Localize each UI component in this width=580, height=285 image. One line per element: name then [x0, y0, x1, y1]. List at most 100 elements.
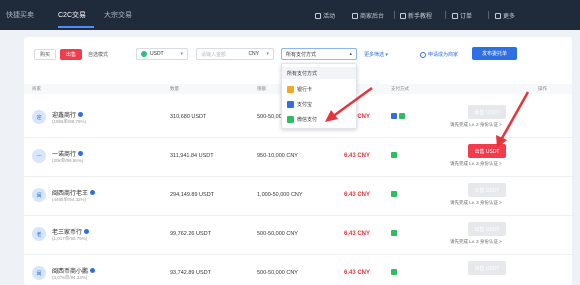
merchant-name[interactable]: 老三家币行	[52, 227, 90, 236]
alipay-icon	[391, 113, 397, 119]
table-row: 闽闽西币商小鹏 (3,076单/94.33%) 93,742.89 USDT 500-…	[24, 254, 572, 285]
verified-icon	[78, 112, 84, 117]
sell-usdt-button[interactable]: 出售 USDT	[468, 222, 506, 236]
avatar: 闽	[32, 266, 46, 280]
tab-block-trade[interactable]: 大宗交易	[104, 10, 132, 20]
alipay-icon	[287, 101, 294, 108]
col-action: 操作	[538, 86, 547, 91]
verification-requirement[interactable]: 请先完成 Lv. 3 身份认证 >	[450, 161, 502, 167]
sell-usdt-button[interactable]: 出售 USDT	[468, 144, 506, 158]
nav-activity[interactable]: 活动	[315, 11, 335, 20]
avatar: 迎	[32, 110, 46, 124]
payment-method-select[interactable]: 所有支付方式 ▴	[281, 48, 357, 60]
merchant-name[interactable]: 迎鑫商行	[52, 110, 84, 119]
coin-select[interactable]: USDT ▾	[136, 48, 188, 60]
dropdown-option-all[interactable]: 所有支付方式	[282, 67, 356, 79]
sell-button[interactable]: 出售	[60, 49, 82, 60]
payment-icons	[391, 113, 405, 119]
wechat-pay-icon	[391, 191, 397, 197]
table-row: 一一诺商行 (20k单/99.56%) 311,941.84 USDT 950-10,…	[24, 137, 572, 177]
nav-merchant-backend[interactable]: 商家后台	[352, 11, 384, 20]
usdt-icon	[141, 51, 147, 57]
merchant-apply-icon	[420, 51, 426, 58]
activity-icon	[315, 12, 321, 19]
wechat-pay-icon	[287, 116, 294, 123]
price-value: 6.43 CNY	[344, 270, 371, 276]
quantity-value: 310,680 USDT	[170, 114, 207, 120]
amount-input[interactable]: 请输入金额 CNY ▾	[196, 48, 274, 60]
tab-quick-trade[interactable]: 快捷买卖	[6, 10, 34, 20]
divider	[488, 11, 489, 19]
verified-icon	[84, 229, 90, 234]
buy-button[interactable]: 购买	[34, 49, 56, 60]
verified-icon	[90, 268, 96, 273]
verification-requirement[interactable]: 请先完成 Lv. 3 身份认证 >	[450, 200, 502, 206]
merchant-stats: (1,017单/98.75%)	[52, 236, 88, 241]
payment-icons	[391, 191, 397, 197]
sell-usdt-button[interactable]: 出售 USDT	[468, 105, 506, 119]
nav-orders[interactable]: 订单	[452, 11, 472, 20]
publish-order-button[interactable]: 发布委托单	[472, 47, 517, 60]
bank-card-icon	[287, 86, 294, 93]
option-label: 支付宝	[297, 102, 313, 108]
nav-merchant-label: 商家后台	[360, 14, 385, 20]
col-quantity: 数量	[170, 86, 179, 91]
nav-more-label: 更多	[503, 14, 516, 20]
col-payment: 支付方式	[391, 86, 409, 91]
merchant-name-text: 迎鑫商行	[52, 113, 77, 119]
dropdown-option-bank[interactable]: 银行卡	[282, 82, 356, 97]
nav-more[interactable]: 更多	[495, 11, 515, 20]
chevron-up-icon: ▴	[349, 51, 352, 57]
verified-icon	[78, 151, 84, 156]
wechat-pay-icon	[391, 152, 397, 158]
avatar: 闽	[32, 188, 46, 202]
nav-orders-label: 订单	[460, 14, 473, 20]
nav-tutorial[interactable]: 新手教程	[400, 11, 432, 20]
sell-usdt-button[interactable]: 出售 USDT	[468, 261, 506, 275]
col-merchant: 商家	[32, 86, 41, 91]
merchant-name-text: 闽西币商小鹏	[52, 269, 89, 275]
dropdown-option-wechat[interactable]: 微信支付	[282, 112, 356, 127]
wechat-pay-icon	[391, 269, 397, 275]
limit-value: 1,000-50,000 CNY	[257, 192, 303, 198]
price-value: 6.43 CNY	[344, 192, 371, 198]
dropdown-option-alipay[interactable]: 支付宝	[282, 97, 356, 112]
divider	[394, 11, 395, 19]
quantity-value: 99,762.26 USDT	[170, 231, 211, 237]
payment-icons	[391, 269, 397, 275]
price-value: 6.43 CNY	[344, 231, 371, 237]
avatar: 老	[32, 227, 46, 241]
amount-placeholder: 请输入金额	[201, 51, 227, 58]
option-label: 银行卡	[297, 87, 313, 93]
avatar: 一	[32, 149, 46, 163]
self-select-mode[interactable]: 自选模式	[88, 49, 108, 60]
chevron-down-icon: ▾	[384, 51, 388, 58]
merchant-name[interactable]: 闽西商行老王	[52, 188, 96, 197]
verification-requirement[interactable]: 请先完成 Lv. 3 身份认证 >	[450, 239, 502, 245]
coin-label: USDT	[150, 51, 164, 57]
col-limit: 限额	[257, 86, 266, 91]
more-filter-button[interactable]: 更多筛选 ▾	[364, 49, 388, 60]
apply-merchant-link[interactable]: 申请成为商家	[420, 49, 458, 60]
option-label: 所有支付方式	[287, 70, 318, 77]
merchant-stats: (20k单/99.56%)	[52, 158, 84, 163]
wechat-pay-icon	[399, 113, 405, 119]
limit-value: 950-10,000 CNY	[257, 153, 298, 159]
verification-requirement[interactable]: 请先完成 Lv. 2 身份认证 >	[450, 122, 502, 128]
merchant-name-text: 闽西商行老王	[52, 191, 89, 197]
merchant-stats: (3,076单/94.33%)	[52, 275, 88, 280]
price-value: 6.43 CNY	[344, 153, 371, 159]
merchant-name-text: 一诺商行	[52, 152, 77, 158]
merchant-name[interactable]: 一诺商行	[52, 149, 84, 158]
payment-icons	[391, 152, 397, 158]
tab-c2c[interactable]: C2C交易	[58, 10, 86, 20]
limit-value: 500-50,000 CNY	[257, 231, 298, 237]
sell-usdt-button[interactable]: 出售 USDT	[468, 183, 506, 197]
payment-icons	[391, 230, 397, 236]
merchant-name[interactable]: 闽西币商小鹏	[52, 266, 96, 275]
menu-icon	[495, 12, 501, 19]
chevron-down-icon: ▾	[180, 51, 183, 57]
wechat-pay-icon	[391, 230, 397, 236]
merchant-icon	[352, 12, 358, 19]
nav-activity-label: 活动	[323, 14, 336, 20]
